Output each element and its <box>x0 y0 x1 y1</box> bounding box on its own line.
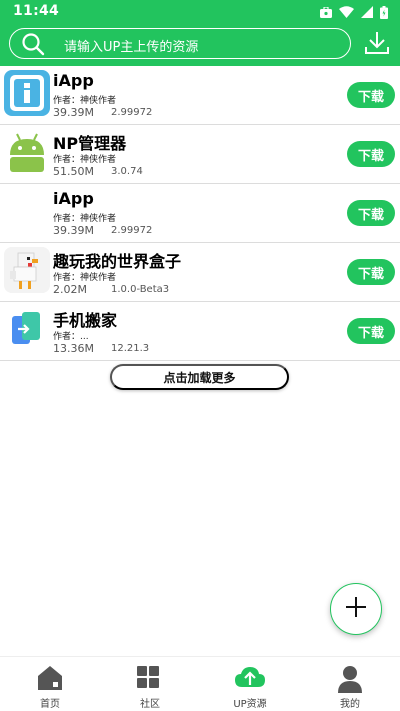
plus-icon <box>345 596 367 622</box>
signal-icon <box>361 6 373 18</box>
community-icon <box>136 665 160 693</box>
app-name: iApp <box>53 71 94 90</box>
status-time: 11:44 <box>13 3 60 19</box>
bottom-navigation: 首页 社区 UP资源 我的 <box>0 656 400 711</box>
app-version: 3.0.74 <box>111 166 143 177</box>
android-robot-icon <box>4 129 50 175</box>
profile-icon <box>337 665 363 697</box>
home-icon <box>37 665 63 695</box>
app-size: 2.02M <box>53 283 87 296</box>
chicken-character-icon <box>4 247 50 293</box>
status-bar: 11:44 <box>0 0 400 24</box>
download-button[interactable]: 下载 <box>347 82 395 108</box>
download-button[interactable]: 下载 <box>347 141 395 167</box>
app-author: 作者：神侠作者 <box>53 214 117 224</box>
list-item[interactable]: NP管理器 作者：神侠作者 51.50M 3.0.74 下载 <box>0 125 400 184</box>
load-more-button[interactable]: 点击加载更多 <box>110 364 289 390</box>
app-author: 作者：神侠作者 <box>53 155 117 165</box>
download-button[interactable]: 下载 <box>347 259 395 285</box>
nav-label: 我的 <box>340 699 360 710</box>
list-item[interactable]: 手机搬家 作者：... 13.36M 12.21.3 下载 <box>0 302 400 361</box>
search-bar[interactable]: 请输入UP主上传的资源 <box>9 28 351 59</box>
list-item[interactable]: 趣玩我的世界盒子 作者：神侠作者 2.02M 1.0.0-Beta3 下载 <box>0 243 400 302</box>
app-version: 12.21.3 <box>111 343 150 354</box>
app-name: 手机搬家 <box>53 311 118 330</box>
nav-item-community[interactable]: 社区 <box>100 657 200 711</box>
nav-label: 首页 <box>40 699 60 710</box>
download-button[interactable]: 下载 <box>347 318 395 344</box>
search-icon <box>21 32 45 60</box>
list-item[interactable]: iApp 作者：神侠作者 39.39M 2.99972 下载 <box>0 66 400 125</box>
nav-item-profile[interactable]: 我的 <box>300 657 400 711</box>
battery-icon <box>380 5 388 19</box>
phone-transfer-icon <box>4 306 50 352</box>
top-app-bar: 11:44 请输入UP主上传的资源 <box>0 0 400 66</box>
app-version: 2.99972 <box>111 225 153 236</box>
cloud-upload-icon <box>234 665 266 695</box>
nav-item-home[interactable]: 首页 <box>0 657 100 711</box>
list-item[interactable]: iApp 作者：神侠作者 39.39M 2.99972 下载 <box>0 184 400 243</box>
app-author: 作者：神侠作者 <box>53 96 117 106</box>
nav-label: UP资源 <box>233 699 267 710</box>
app-name: 趣玩我的世界盒子 <box>53 252 182 271</box>
add-fab-button[interactable] <box>330 583 382 635</box>
app-size: 39.39M <box>53 224 94 237</box>
iapp-logo-icon <box>4 70 50 116</box>
app-version: 2.99972 <box>111 107 153 118</box>
download-icon[interactable] <box>364 30 390 60</box>
app-author: 作者：... <box>53 332 89 342</box>
briefcase-icon <box>320 6 332 18</box>
nav-item-up-resources[interactable]: UP资源 <box>200 657 300 711</box>
wifi-icon <box>339 6 354 18</box>
status-icons <box>320 4 388 20</box>
app-icon-placeholder <box>4 188 50 234</box>
app-version: 1.0.0-Beta3 <box>111 284 170 295</box>
app-size: 51.50M <box>53 165 94 178</box>
app-size: 13.36M <box>53 342 94 355</box>
app-name: NP管理器 <box>53 134 127 153</box>
search-input[interactable]: 请输入UP主上传的资源 <box>64 36 198 55</box>
app-name: iApp <box>53 189 94 208</box>
download-button[interactable]: 下载 <box>347 200 395 226</box>
app-author: 作者：神侠作者 <box>53 273 117 283</box>
nav-label: 社区 <box>140 699 160 710</box>
app-size: 39.39M <box>53 106 94 119</box>
app-list: iApp 作者：神侠作者 39.39M 2.99972 下载 NP管理器 作者：… <box>0 66 400 361</box>
